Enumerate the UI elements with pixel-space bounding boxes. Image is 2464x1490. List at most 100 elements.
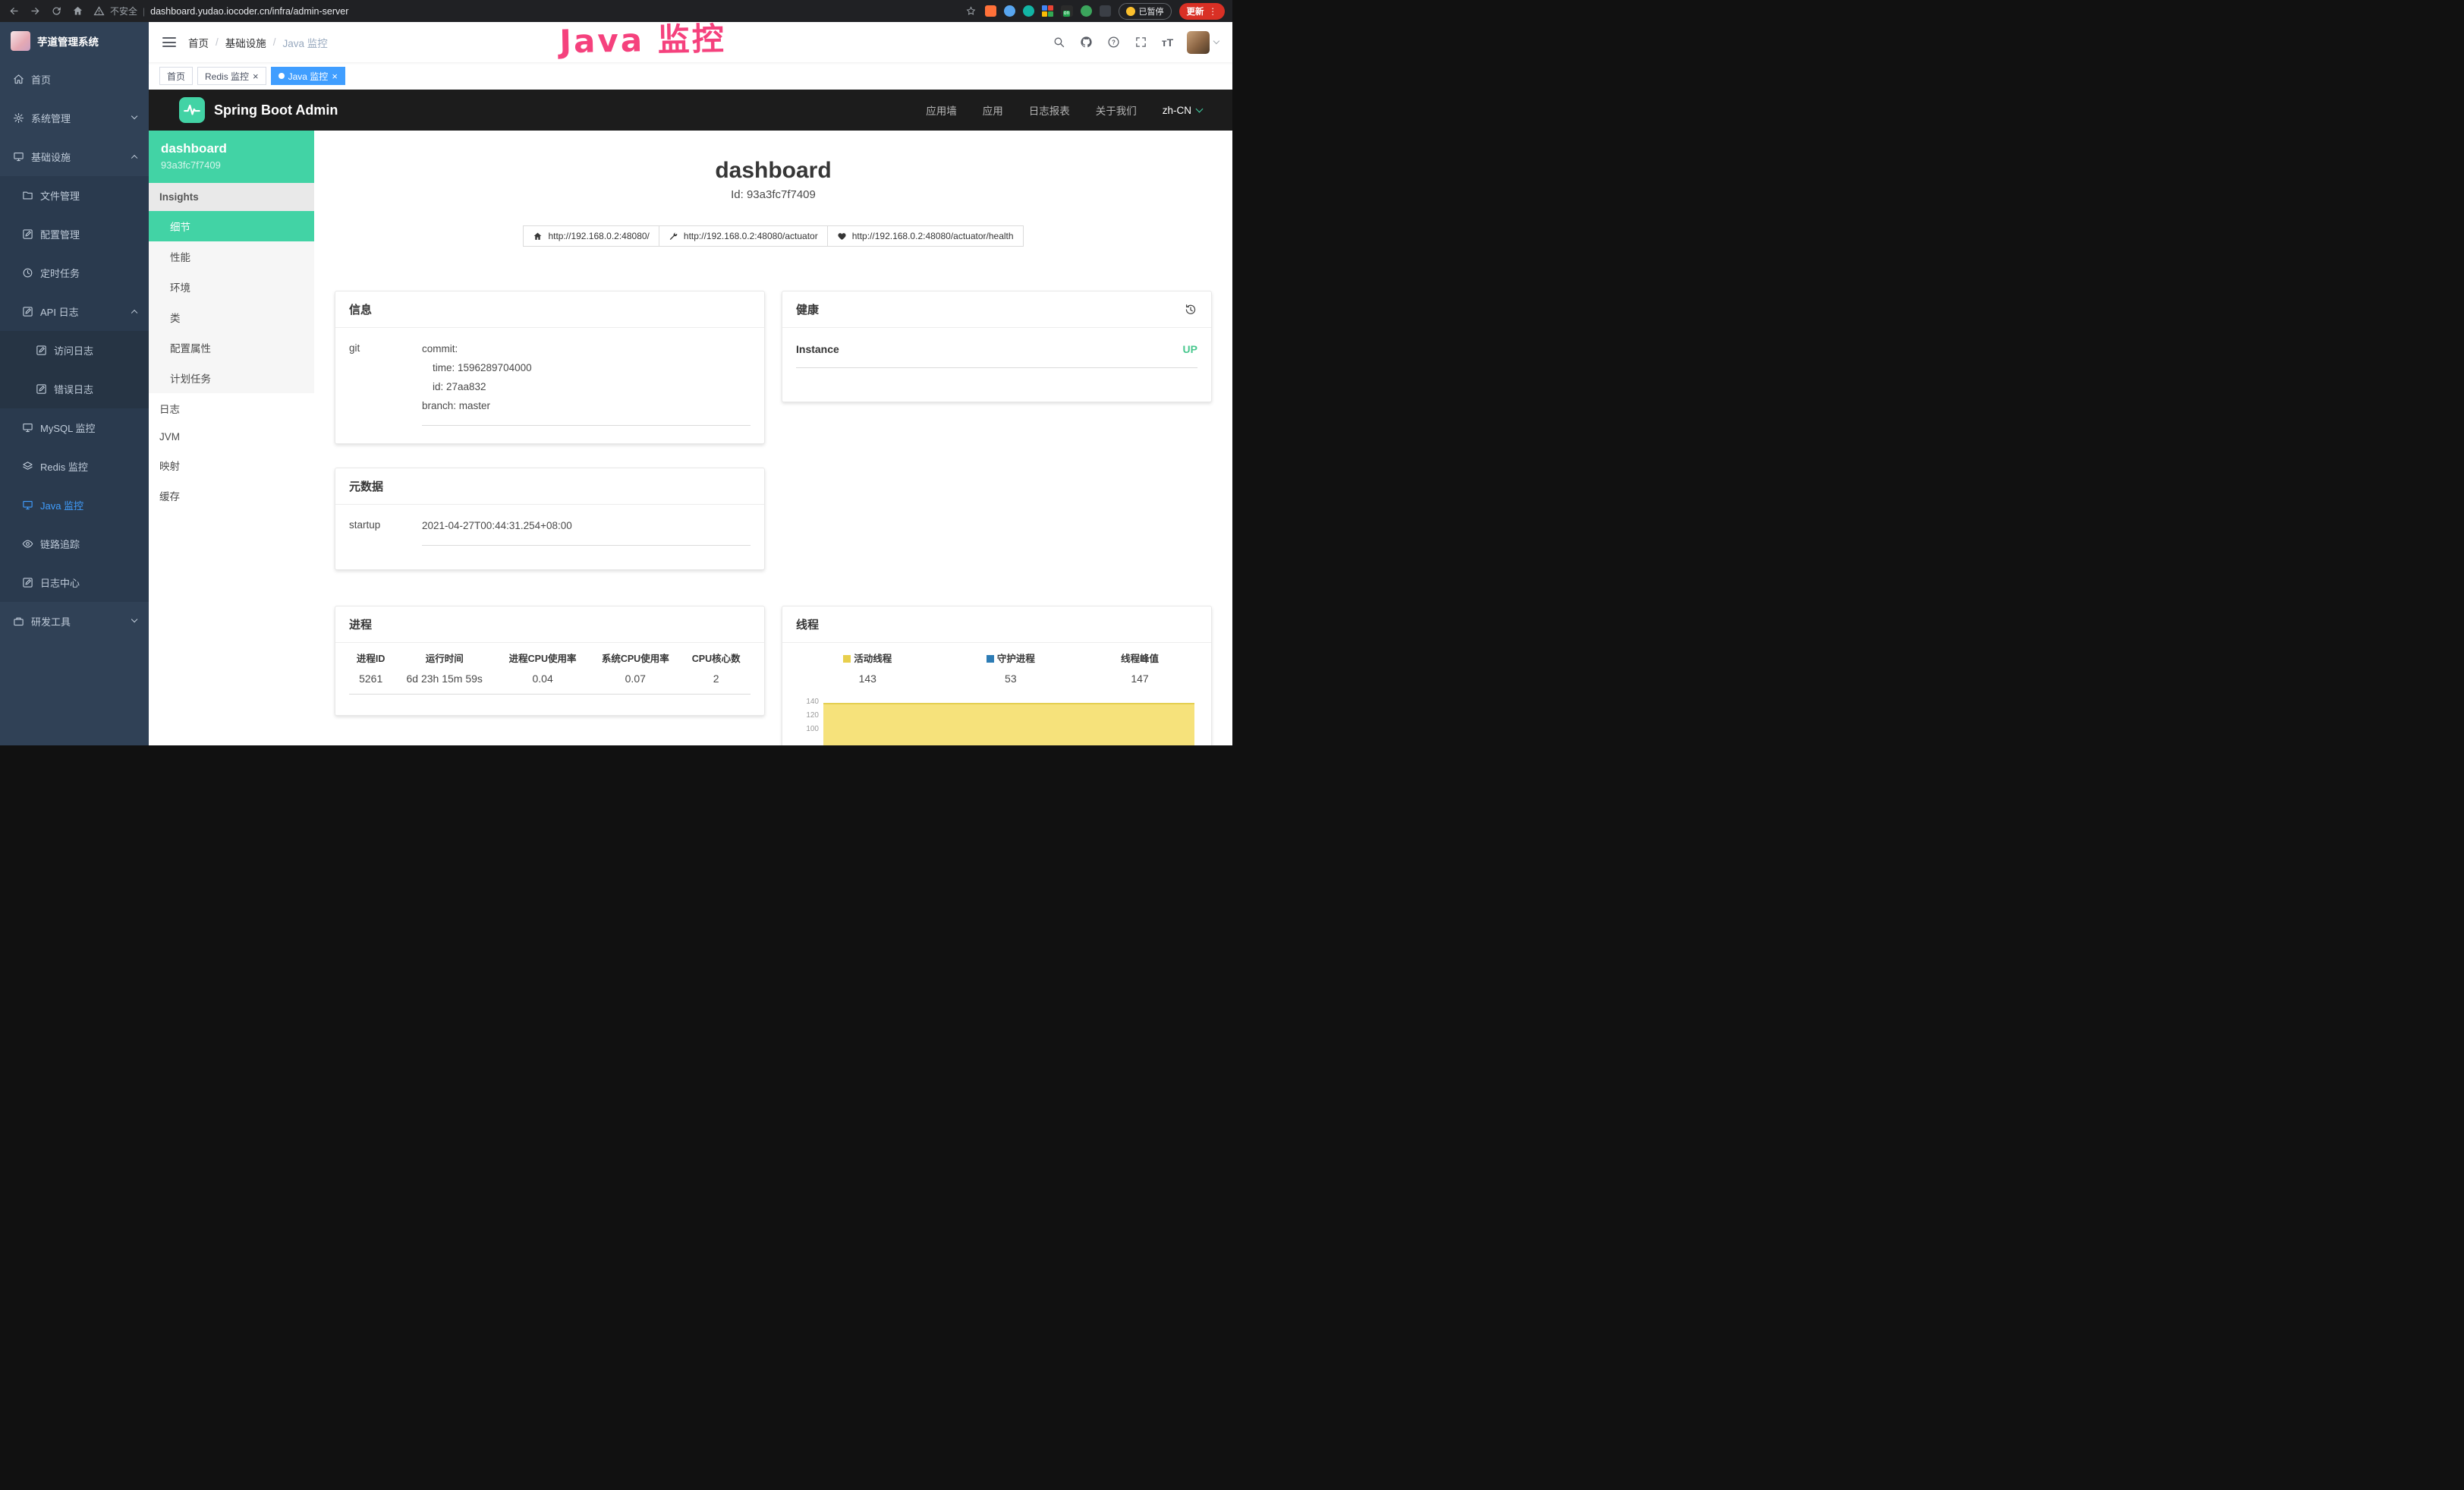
browser-menu-icon[interactable]: ⋮ xyxy=(1209,6,1218,17)
sidebar-item-files[interactable]: 文件管理 xyxy=(0,176,149,215)
legend-peak: 线程峰值 xyxy=(1082,643,1197,669)
user-menu[interactable] xyxy=(1187,31,1219,54)
tab-java[interactable]: Java 监控 × xyxy=(271,67,345,85)
search-icon[interactable] xyxy=(1053,36,1066,49)
hamburger-icon[interactable] xyxy=(162,37,176,47)
fullscreen-icon[interactable] xyxy=(1134,36,1148,49)
help-icon[interactable]: ? xyxy=(1107,36,1121,49)
sba-menu-scheduled-tasks[interactable]: 计划任务 xyxy=(149,363,314,393)
extension-icon-grid[interactable] xyxy=(1042,5,1053,17)
y-tick: 140 xyxy=(796,695,819,709)
sidebar-item-label: 错误日志 xyxy=(54,382,93,396)
security-label: 不安全 xyxy=(110,5,137,17)
extension-icon-teal[interactable] xyxy=(1023,5,1034,17)
service-url-link[interactable]: http://192.168.0.2:48080/ xyxy=(523,225,659,247)
sba-instance-header[interactable]: dashboard 93a3fc7f7409 xyxy=(149,131,314,183)
sba-nav-applications[interactable]: 应用 xyxy=(983,102,1003,118)
sidebar-item-java[interactable]: Java 监控 xyxy=(0,486,149,524)
sba-menu-jvm[interactable]: JVM xyxy=(149,424,314,450)
close-icon[interactable]: × xyxy=(253,71,259,81)
sba-menu-logs[interactable]: 日志 xyxy=(149,393,314,424)
browser-chrome: 不安全 | dashboard.yudao.iocoder.cn/infra/a… xyxy=(0,0,1232,22)
sidebar-item-label: 访问日志 xyxy=(54,343,93,358)
forward-icon[interactable] xyxy=(29,5,41,17)
sidebar-item-jobs[interactable]: 定时任务 xyxy=(0,254,149,292)
sba-locale-select[interactable]: zh-CN xyxy=(1163,105,1202,116)
sidebar-item-config[interactable]: 配置管理 xyxy=(0,215,149,254)
reload-icon[interactable] xyxy=(50,5,62,17)
page-title: dashboard xyxy=(335,158,1212,184)
sba-menu-environment[interactable]: 环境 xyxy=(149,272,314,302)
sba-menu-config-props[interactable]: 配置属性 xyxy=(149,332,314,363)
sidebar-item-label: 文件管理 xyxy=(40,188,80,203)
sba-menu-caches[interactable]: 缓存 xyxy=(149,480,314,511)
caret-down-icon xyxy=(1213,38,1219,44)
browser-right-cluster: on 已暂停 更新 ⋮ xyxy=(965,3,1226,20)
sba-menu-classes[interactable]: 类 xyxy=(149,302,314,332)
back-icon[interactable] xyxy=(8,5,20,17)
health-url-link[interactable]: http://192.168.0.2:48080/actuator/health xyxy=(827,225,1024,247)
actuator-url-link[interactable]: http://192.168.0.2:48080/actuator xyxy=(659,225,828,247)
sba-logo-icon[interactable] xyxy=(179,97,205,123)
sidebar-item-mysql[interactable]: MySQL 监控 xyxy=(0,408,149,447)
legend-live: 活动线程 xyxy=(796,643,939,669)
instance-links: http://192.168.0.2:48080/ http://192.168… xyxy=(335,225,1212,247)
home-icon[interactable] xyxy=(71,5,83,17)
sidebar-item-redis[interactable]: Redis 监控 xyxy=(0,447,149,486)
tab-redis[interactable]: Redis 监控 × xyxy=(197,67,266,85)
home-icon xyxy=(533,232,543,241)
sba-nav-wall[interactable]: 应用墙 xyxy=(926,102,957,118)
breadcrumb-home[interactable]: 首页 xyxy=(188,35,209,50)
close-icon[interactable]: × xyxy=(332,71,338,81)
sidebar-item-log-center[interactable]: 日志中心 xyxy=(0,563,149,602)
sidebar-item-label: 配置管理 xyxy=(40,227,80,241)
heart-icon xyxy=(837,232,847,241)
monitor-icon xyxy=(12,151,24,163)
logo-image xyxy=(11,31,30,51)
address-bar[interactable]: 不安全 | dashboard.yudao.iocoder.cn/infra/a… xyxy=(93,5,348,17)
y-tick: 120 xyxy=(796,709,819,723)
sidebar-item-label: 系统管理 xyxy=(31,111,71,125)
navbar-actions: ? тT xyxy=(1053,31,1219,54)
sidebar-item-api-log[interactable]: API 日志 xyxy=(0,292,149,331)
sidebar-item-system[interactable]: 系统管理 xyxy=(0,99,149,137)
extension-icon-droplet[interactable] xyxy=(1004,5,1015,17)
sba-menu-details[interactable]: 细节 xyxy=(149,211,314,241)
breadcrumb-separator: / xyxy=(216,36,219,48)
history-icon[interactable] xyxy=(1184,303,1197,317)
paused-badge[interactable]: 已暂停 xyxy=(1119,3,1172,20)
avatar[interactable] xyxy=(1187,31,1210,54)
metadata-row-startup: startup 2021-04-27T00:44:31.254+08:00 xyxy=(349,509,751,546)
card-title: 信息 xyxy=(349,301,372,317)
app-logo[interactable]: 芋道管理系统 xyxy=(0,22,149,60)
font-size-icon[interactable]: тT xyxy=(1162,36,1173,49)
spring-boot-admin: Spring Boot Admin 应用墙 应用 日志报表 关于我们 zh-CN xyxy=(149,90,1232,745)
sidebar-item-infra[interactable]: 基础设施 xyxy=(0,137,149,176)
github-icon[interactable] xyxy=(1080,36,1094,49)
warning-icon xyxy=(93,5,105,17)
extension-icon-orange[interactable] xyxy=(985,5,996,17)
extension-icon-green[interactable] xyxy=(1081,5,1092,17)
caret-down-icon xyxy=(1196,106,1204,113)
col-header: 系统CPU使用率 xyxy=(589,643,681,669)
folder-icon xyxy=(21,190,33,202)
bookmark-star-icon[interactable] xyxy=(965,5,977,17)
tab-home[interactable]: 首页 xyxy=(159,67,193,85)
smiley-icon xyxy=(1126,7,1135,16)
sba-nav-journal[interactable]: 日志报表 xyxy=(1029,102,1070,118)
sba-menu-mappings[interactable]: 映射 xyxy=(149,450,314,480)
sba-menu-metrics[interactable]: 性能 xyxy=(149,241,314,272)
sba-nav-about[interactable]: 关于我们 xyxy=(1096,102,1137,118)
sidebar-item-access-log[interactable]: 访问日志 xyxy=(0,331,149,370)
sidebar-item-home[interactable]: 首页 xyxy=(0,60,149,99)
extension-icon-switch[interactable]: on xyxy=(1061,5,1073,17)
sidebar-item-devtools[interactable]: 研发工具 xyxy=(0,602,149,641)
update-button[interactable]: 更新 ⋮ xyxy=(1179,3,1226,20)
breadcrumb-infra[interactable]: 基础设施 xyxy=(225,35,266,50)
extension-icon-dark[interactable] xyxy=(1100,5,1111,17)
screen: 不安全 | dashboard.yudao.iocoder.cn/infra/a… xyxy=(0,0,1232,745)
sba-brand[interactable]: Spring Boot Admin xyxy=(214,102,338,118)
sidebar-item-error-log[interactable]: 错误日志 xyxy=(0,370,149,408)
sidebar-item-tracing[interactable]: 链路追踪 xyxy=(0,524,149,563)
chart-plot-area xyxy=(823,695,1197,736)
